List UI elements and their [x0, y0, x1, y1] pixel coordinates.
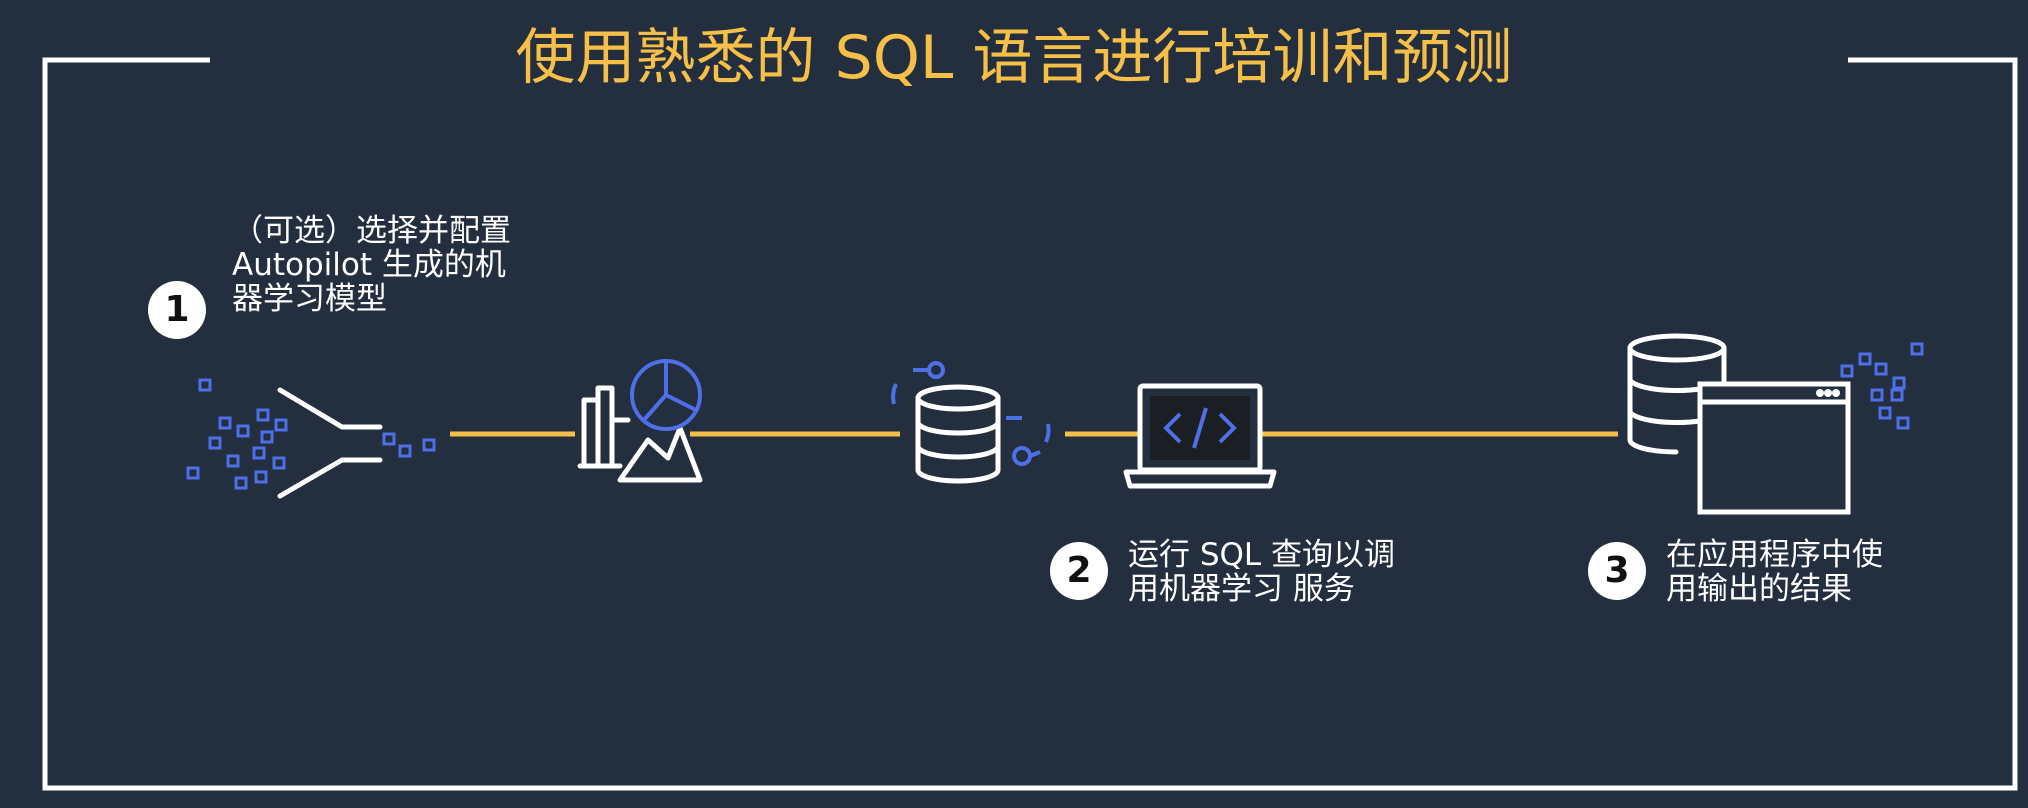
analytics-chart-icon [577, 359, 703, 483]
step-2-line-1: 运行 SQL 查询以调 [1128, 537, 1396, 573]
step-1-description: （可选）选择并配置 Autopilot 生成的机 器学习模型 [232, 214, 511, 316]
step-1-line-1: （可选）选择并配置 [232, 213, 511, 249]
step-2-badge: 2 [1050, 542, 1108, 600]
step-1-badge: 1 [148, 281, 206, 339]
step-3-line-1: 在应用程序中使 [1666, 537, 1883, 573]
database-icon [891, 361, 1051, 484]
step-3-line-2: 用输出的结果 [1666, 571, 1852, 607]
diagram-canvas [42, 57, 2018, 791]
data-funnel-icon [186, 378, 436, 499]
step-3-badge: 3 [1588, 542, 1646, 600]
database-window-icon [1627, 333, 1924, 515]
step-2-description: 运行 SQL 查询以调 用机器学习 服务 [1128, 538, 1395, 606]
step-1-line-3: 器学习模型 [232, 281, 387, 317]
step-3-description: 在应用程序中使 用输出的结果 [1666, 538, 1883, 606]
step-2-line-2: 用机器学习 服务 [1128, 571, 1355, 607]
step-1-line-2: Autopilot 生成的机 [232, 247, 506, 283]
code-laptop-icon [1123, 383, 1277, 489]
